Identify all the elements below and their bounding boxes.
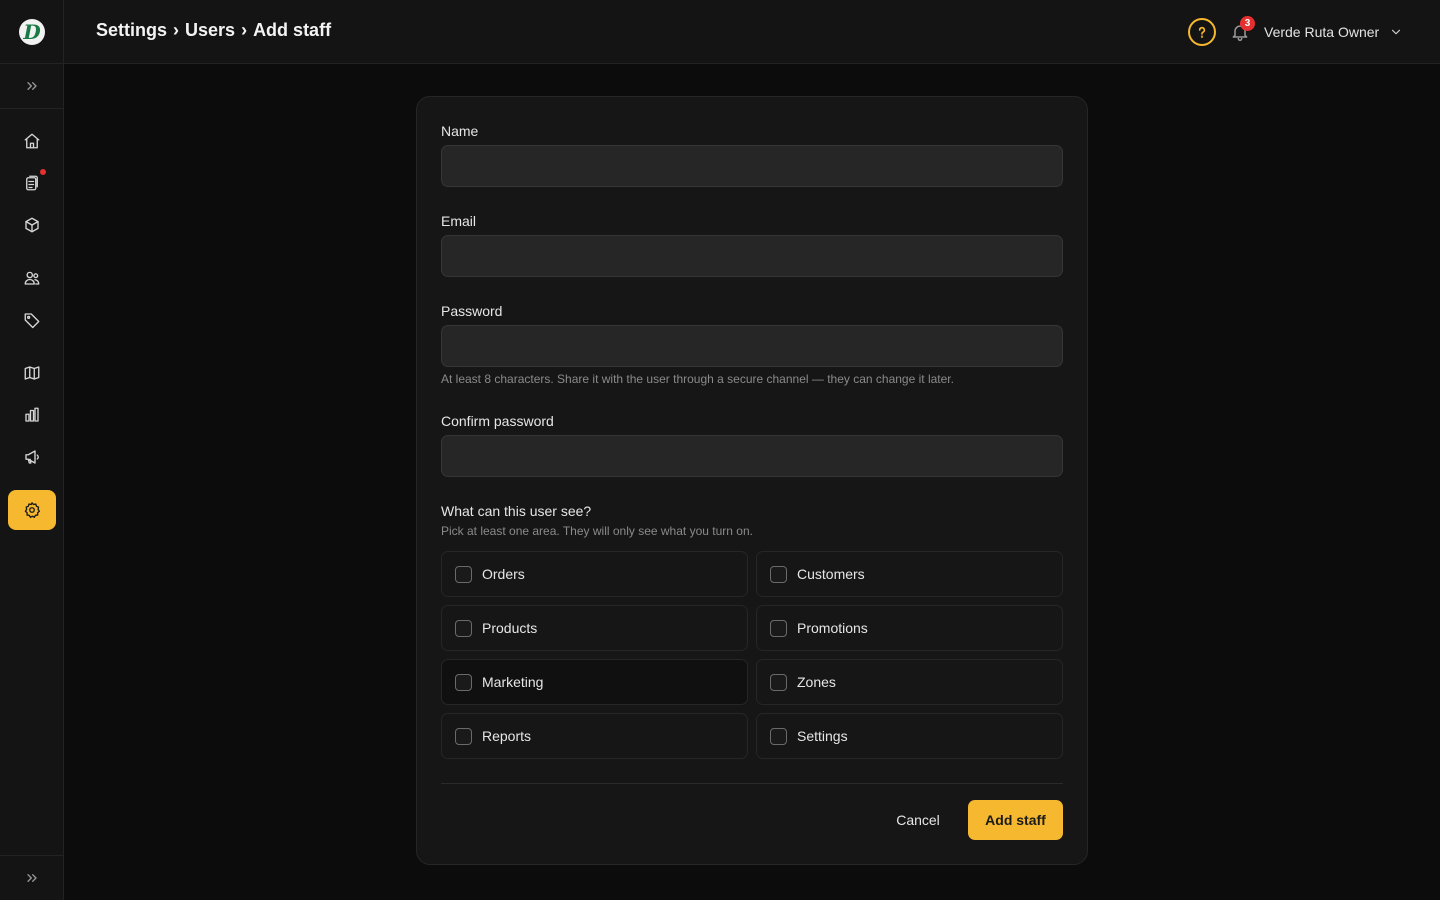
permission-customers[interactable]: Customers bbox=[756, 551, 1063, 597]
sidebar-item-reports[interactable] bbox=[8, 395, 56, 435]
permission-label: Customers bbox=[797, 566, 865, 582]
products-checkbox[interactable] bbox=[455, 619, 472, 637]
permission-marketing[interactable]: Marketing bbox=[441, 659, 748, 705]
notifications-button[interactable]: 3 bbox=[1228, 16, 1255, 44]
password-label: Password bbox=[441, 303, 503, 319]
sidebar-item-products[interactable] bbox=[8, 205, 56, 245]
clipboard-icon bbox=[26, 175, 38, 191]
cancel-button[interactable]: Cancel bbox=[885, 801, 951, 839]
permission-orders[interactable]: Orders bbox=[441, 551, 748, 597]
form-divider bbox=[441, 783, 1063, 784]
permissions-title: What can this user see? bbox=[441, 503, 592, 519]
permission-zones[interactable]: Zones bbox=[756, 659, 1063, 705]
megaphone-icon bbox=[25, 450, 39, 464]
chevron-down-icon bbox=[1392, 29, 1401, 35]
sidebar-item-customers[interactable] bbox=[8, 258, 56, 298]
promotions-checkbox[interactable] bbox=[770, 619, 787, 637]
sidebar-expand-button[interactable] bbox=[0, 64, 64, 109]
email-label: Email bbox=[441, 213, 477, 229]
breadcrumb-settings[interactable]: Settings bbox=[96, 20, 167, 41]
chevrons-right-icon bbox=[27, 874, 37, 882]
question-icon bbox=[1198, 26, 1206, 38]
orders-checkbox[interactable] bbox=[455, 565, 472, 583]
settings-checkbox[interactable] bbox=[770, 727, 787, 745]
permission-label: Settings bbox=[797, 728, 848, 744]
chevrons-right-icon bbox=[27, 82, 37, 90]
breadcrumb-current: Add staff bbox=[253, 20, 332, 40]
notification-dot bbox=[40, 169, 46, 175]
breadcrumb: Settings › Users › Add staff bbox=[96, 20, 331, 41]
gear-icon bbox=[24, 502, 41, 518]
box-icon bbox=[25, 217, 39, 233]
permission-label: Reports bbox=[482, 728, 532, 744]
logo[interactable]: D bbox=[0, 0, 64, 64]
sidebar-item-home[interactable] bbox=[8, 121, 56, 161]
sidebar-item-zones[interactable] bbox=[8, 353, 56, 393]
breadcrumb-separator: › bbox=[173, 20, 180, 40]
home-icon bbox=[24, 133, 40, 149]
users-icon bbox=[24, 271, 40, 285]
notification-count-badge: 3 bbox=[1240, 16, 1255, 31]
permissions-subtitle: Pick at least one area. They will only s… bbox=[441, 524, 753, 538]
sidebar-item-settings[interactable] bbox=[8, 490, 56, 530]
confirm-password-label: Confirm password bbox=[441, 413, 554, 429]
tag-icon bbox=[24, 313, 40, 329]
add-staff-button[interactable]: Add staff bbox=[968, 800, 1063, 840]
name-label: Name bbox=[441, 123, 479, 139]
name-input[interactable] bbox=[441, 145, 1063, 187]
email-input[interactable] bbox=[441, 235, 1063, 277]
permission-label: Promotions bbox=[797, 620, 868, 636]
logo-mark: D bbox=[19, 18, 45, 45]
permission-settings[interactable]: Settings bbox=[756, 713, 1063, 759]
password-hint: At least 8 characters. Share it with the… bbox=[441, 372, 954, 386]
sidebar-expand-bottom-button[interactable] bbox=[0, 855, 64, 900]
top-bar: Settings › Users › Add staff 3 Verde Rut… bbox=[64, 0, 1440, 64]
sidebar-item-promotions[interactable] bbox=[8, 300, 56, 340]
permission-products[interactable]: Products bbox=[441, 605, 748, 651]
permission-reports[interactable]: Reports bbox=[441, 713, 748, 759]
help-button[interactable] bbox=[1188, 18, 1216, 46]
sidebar-item-orders[interactable] bbox=[8, 163, 56, 203]
user-name: Verde Ruta Owner bbox=[1264, 24, 1380, 40]
permission-label: Orders bbox=[482, 566, 525, 582]
reports-checkbox[interactable] bbox=[455, 727, 472, 745]
permission-label: Marketing bbox=[482, 674, 544, 690]
bar-chart-icon bbox=[25, 407, 39, 422]
zones-checkbox[interactable] bbox=[770, 673, 787, 691]
map-icon bbox=[24, 366, 40, 380]
permission-label: Products bbox=[482, 620, 538, 636]
breadcrumb-separator: › bbox=[241, 20, 248, 40]
user-menu[interactable]: Verde Ruta Owner bbox=[1264, 22, 1403, 42]
sidebar-item-marketing[interactable] bbox=[8, 437, 56, 477]
marketing-checkbox[interactable] bbox=[455, 673, 472, 691]
password-input[interactable] bbox=[441, 325, 1063, 367]
confirm-password-input[interactable] bbox=[441, 435, 1063, 477]
permission-promotions[interactable]: Promotions bbox=[756, 605, 1063, 651]
add-staff-form: Name Email Password At least 8 character… bbox=[416, 96, 1088, 865]
customers-checkbox[interactable] bbox=[770, 565, 787, 583]
breadcrumb-users[interactable]: Users bbox=[185, 20, 235, 41]
sidebar: D bbox=[0, 0, 64, 900]
permission-label: Zones bbox=[797, 674, 836, 690]
